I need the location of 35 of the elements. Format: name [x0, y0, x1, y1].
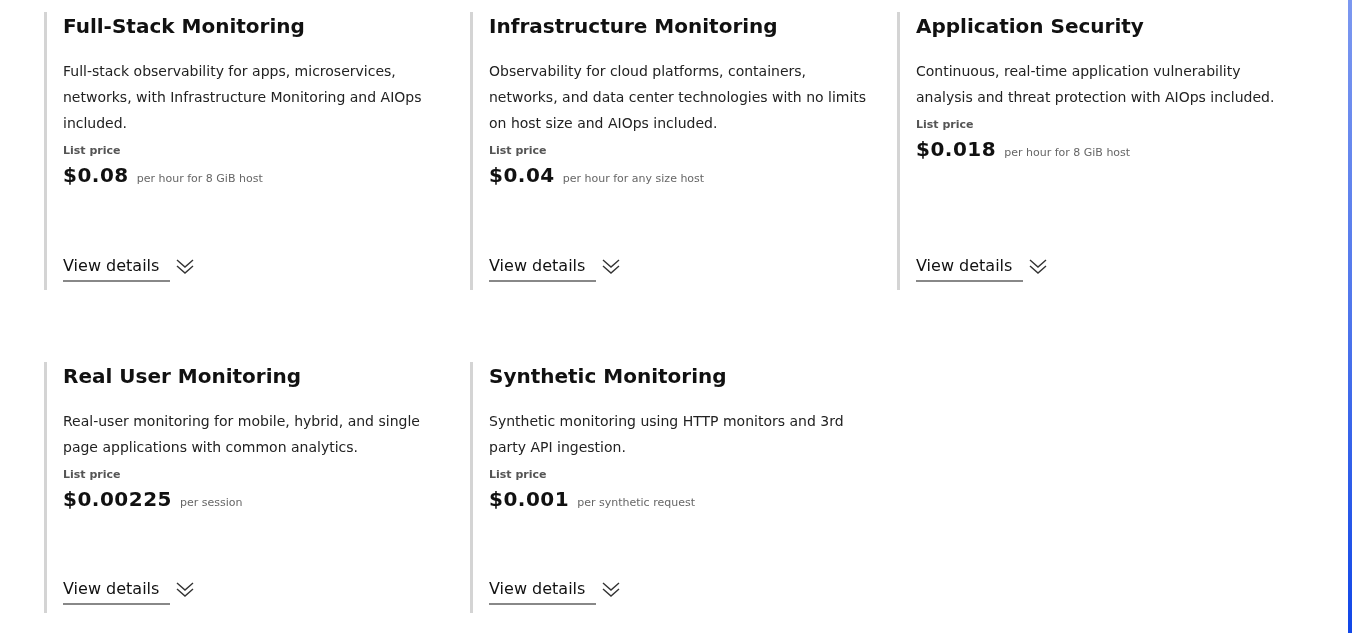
- price: $0.08: [63, 163, 129, 187]
- product-title: Infrastructure Monitoring: [489, 13, 779, 40]
- price-label: List price: [489, 468, 548, 481]
- price-label: List price: [489, 144, 548, 157]
- view-details-link[interactable]: View details: [63, 579, 170, 605]
- price-label: List price: [63, 144, 122, 157]
- double-chevron-down-icon: [1029, 258, 1047, 274]
- price-label: List price: [916, 118, 975, 131]
- double-chevron-down-icon: [176, 581, 194, 597]
- product-title: Real User Monitoring: [63, 363, 303, 390]
- double-chevron-down-icon: [176, 258, 194, 274]
- view-details-link[interactable]: View details: [489, 579, 596, 605]
- product-description: Observability for cloud platforms, containers, networks, and data center technologies with no limits on host size and AIOps included.: [489, 62, 867, 133]
- price-unit: per session: [180, 496, 243, 509]
- price-unit: per synthetic request: [577, 496, 695, 509]
- product-title: Application Security: [916, 13, 1145, 40]
- product-title: Synthetic Monitoring: [489, 363, 728, 390]
- price: $0.00225: [63, 487, 172, 511]
- price: $0.04: [489, 163, 555, 187]
- product-description: Full-stack observability for apps, microservices, networks, with Infrastructure Monitoring and AIOps included.: [63, 62, 423, 133]
- product-description: Real-user monitoring for mobile, hybrid, and single page applications with common analytics.: [63, 412, 421, 457]
- view-details-link[interactable]: View details: [489, 256, 596, 282]
- price-label: List price: [63, 468, 122, 481]
- price-unit: per hour for 8 GiB host: [1004, 146, 1131, 159]
- product-description: Synthetic monitoring using HTTP monitors and 3rd party API ingestion.: [489, 412, 845, 457]
- price: $0.018: [916, 137, 997, 161]
- product-title: Full-Stack Monitoring: [63, 13, 306, 40]
- view-details-link[interactable]: View details: [63, 256, 170, 282]
- double-chevron-down-icon: [602, 581, 620, 597]
- double-chevron-down-icon: [602, 258, 620, 274]
- product-description: Continuous, real-time application vulnerability analysis and threat protection with AIOps included.: [916, 62, 1276, 107]
- price-unit: per hour for 8 GiB host: [136, 172, 263, 185]
- price-unit: per hour for any size host: [562, 172, 705, 185]
- price: $0.001: [489, 487, 570, 511]
- view-details-link[interactable]: View details: [916, 256, 1023, 282]
